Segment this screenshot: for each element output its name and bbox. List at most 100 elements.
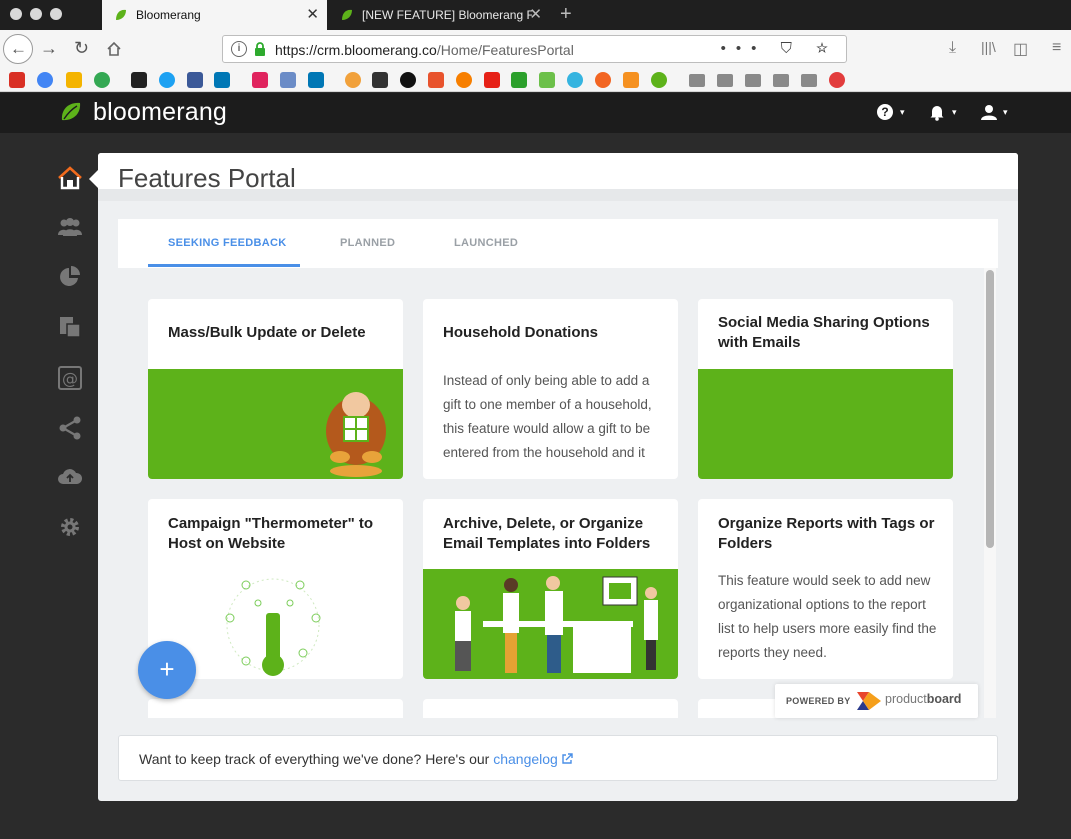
bookmark-icon[interactable]: [428, 72, 444, 88]
google-bookmark-icon[interactable]: [94, 72, 110, 88]
board-scrollbar[interactable]: [986, 270, 994, 548]
constituents-nav-icon[interactable]: [57, 214, 83, 240]
bookmark-icon[interactable]: [456, 72, 472, 88]
share-nav-icon[interactable]: [57, 415, 83, 441]
twitter-bookmark-icon[interactable]: [159, 72, 175, 88]
youtube-bookmark-icon[interactable]: [484, 72, 500, 88]
card-description: Instead of only being able to add a gift…: [443, 373, 652, 460]
linkedin-bookmark-icon[interactable]: [214, 72, 230, 88]
changelog-link[interactable]: changelog: [493, 751, 558, 767]
folder-icon[interactable]: [689, 74, 705, 87]
mailchimp-bookmark-icon[interactable]: [345, 72, 361, 88]
home-nav-icon[interactable]: [57, 165, 83, 191]
app-header: bloomerang ? ▾ ▾ ▾: [0, 93, 1071, 133]
feature-card[interactable]: Household Donations Instead of only bein…: [423, 299, 678, 479]
forward-icon[interactable]: →: [40, 38, 58, 58]
tab-planned[interactable]: PLANNED: [340, 237, 395, 249]
active-nav-pointer: [89, 170, 98, 188]
changelog-prompt: Want to keep track of everything we've d…: [139, 751, 494, 767]
chat-bookmark-icon[interactable]: [511, 72, 527, 88]
bookmark-icon[interactable]: [400, 72, 416, 88]
url-host: https://crm.bloomerang.co: [275, 42, 437, 58]
tab-seeking-feedback[interactable]: SEEKING FEEDBACK: [168, 237, 286, 249]
external-link-icon[interactable]: [561, 753, 573, 765]
changelog-banner: Want to keep track of everything we've d…: [118, 735, 998, 781]
facebook-bookmark-icon[interactable]: [187, 72, 203, 88]
download-icon[interactable]: ⤓: [949, 39, 956, 57]
bookmark-icon[interactable]: [623, 72, 639, 88]
new-tab-icon[interactable]: +: [560, 4, 572, 24]
feature-cards-board: Mass/Bulk Update or Delete Household Don…: [118, 268, 998, 718]
feature-card[interactable]: Organize Reports with Tags or Folders Th…: [698, 499, 953, 679]
help-caret-icon[interactable]: ▾: [900, 107, 905, 118]
card-title: Organize Reports with Tags or Folders: [718, 515, 935, 552]
email-at-icon[interactable]: @: [57, 365, 83, 391]
reports-pie-icon[interactable]: [57, 264, 83, 290]
tab-close-icon[interactable]: ✕: [529, 7, 542, 22]
feature-card[interactable]: [423, 699, 678, 718]
lock-icon: [255, 42, 265, 56]
productboard-word: product: [885, 692, 927, 706]
browser-tab-new-feature[interactable]: [NEW FEATURE] Bloomerang Fe ✕: [328, 0, 550, 30]
sidebar-icon[interactable]: ◫: [1013, 39, 1028, 59]
tab-close-icon[interactable]: ✕: [306, 7, 319, 22]
feature-card[interactable]: [148, 699, 403, 718]
library-icon[interactable]: |||\: [981, 39, 996, 55]
drive-bookmark-icon[interactable]: [66, 72, 82, 88]
back-button[interactable]: ←: [3, 34, 33, 64]
bookmark-icon[interactable]: [539, 72, 555, 88]
window-zoom-button[interactable]: [50, 8, 62, 20]
home-icon[interactable]: [106, 41, 122, 57]
google-bookmark-icon[interactable]: [37, 72, 53, 88]
card-title: Household Donations: [443, 324, 598, 341]
reload-icon[interactable]: ↻: [74, 38, 89, 58]
card-title: Archive, Delete, or Organize Email Templ…: [443, 515, 651, 552]
gmail-bookmark-icon[interactable]: [9, 72, 25, 88]
bloomerang-bookmark-icon[interactable]: [651, 72, 667, 88]
address-bar[interactable]: i https://crm.bloomerang.co/Home/Feature…: [222, 35, 847, 63]
info-icon[interactable]: i: [231, 41, 247, 57]
linkedin-bookmark-icon[interactable]: [308, 72, 324, 88]
card-description: This feature would seek to add new organ…: [718, 573, 937, 660]
bookmark-icon[interactable]: [280, 72, 296, 88]
notifications-caret-icon[interactable]: ▾: [952, 107, 957, 118]
folder-icon[interactable]: [801, 74, 817, 87]
add-idea-button[interactable]: +: [138, 641, 196, 699]
feature-card[interactable]: Archive, Delete, or Organize Email Templ…: [423, 499, 678, 679]
tab-launched[interactable]: LAUNCHED: [454, 237, 518, 249]
buffer-bookmark-icon[interactable]: [131, 72, 147, 88]
feature-card[interactable]: Social Media Sharing Options with Emails: [698, 299, 953, 479]
menu-icon[interactable]: ≡: [1052, 39, 1061, 57]
heart-bookmark-icon[interactable]: [252, 72, 268, 88]
user-caret-icon[interactable]: ▾: [1003, 107, 1008, 118]
medium-bookmark-icon[interactable]: [372, 72, 388, 88]
powered-by-productboard[interactable]: POWERED BY productboard: [775, 684, 978, 718]
changelog-text: Want to keep track of everything we've d…: [139, 751, 573, 767]
browser-nav-bar: ← → ↻ i https://crm.bloomerang.co/Home/F…: [0, 30, 1071, 68]
bloomerang-logo-icon[interactable]: [60, 100, 82, 124]
window-close-button[interactable]: [10, 8, 22, 20]
folder-icon[interactable]: [717, 74, 733, 87]
folder-icon[interactable]: [745, 74, 761, 87]
settings-gear-icon[interactable]: [57, 514, 83, 540]
bell-icon[interactable]: [929, 104, 945, 121]
productboard-wordmark: productboard: [885, 692, 961, 706]
help-icon[interactable]: ?: [877, 104, 893, 120]
documents-nav-icon[interactable]: [57, 314, 83, 340]
folder-icon[interactable]: [773, 74, 789, 87]
cloud-upload-icon[interactable]: [57, 464, 83, 490]
bookmark-icon[interactable]: [595, 72, 611, 88]
user-icon[interactable]: [980, 103, 998, 121]
browser-tab-bloomerang[interactable]: Bloomerang ✕: [102, 0, 327, 30]
brand-name[interactable]: bloomerang: [93, 98, 227, 127]
url-text: https://crm.bloomerang.co/Home/FeaturesP…: [275, 42, 574, 58]
tab-title: Bloomerang: [136, 8, 201, 22]
bookmark-icon[interactable]: [829, 72, 845, 88]
productboard-logo-icon: [857, 692, 881, 710]
url-path: /Home/FeaturesPortal: [436, 42, 574, 58]
page-actions[interactable]: ••• ⛉ ☆: [721, 40, 838, 57]
bookmark-icon[interactable]: [567, 72, 583, 88]
feature-card[interactable]: Mass/Bulk Update or Delete: [148, 299, 403, 479]
monkey-illustration: [326, 392, 386, 477]
window-minimize-button[interactable]: [30, 8, 42, 20]
